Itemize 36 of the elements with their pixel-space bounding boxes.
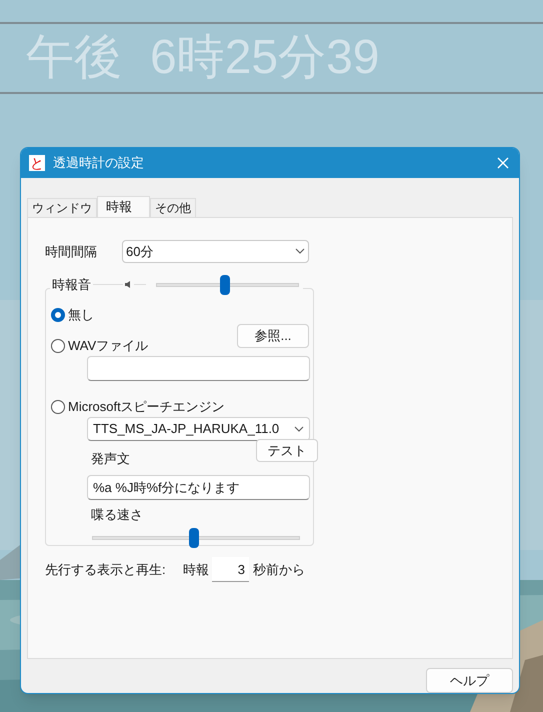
dropdown-value: TTS_MS_JA-JP_HARUKA_11.0 [93, 420, 280, 438]
speech-text-input[interactable]: %a %J時%f分になります [87, 474, 310, 500]
voice-dropdown[interactable]: TTS_MS_JA-JP_HARUKA_11.0 [87, 416, 310, 441]
seconds-input[interactable]: 3 [212, 556, 249, 582]
field-label: 発声文 [91, 450, 130, 468]
slider-thumb[interactable] [220, 274, 230, 295]
input-value: %a %J時%f分になります [93, 478, 240, 496]
group-label: 時報音 [51, 276, 92, 294]
tab[interactable]: ウィンドウ [27, 198, 97, 217]
speaker-icon [125, 281, 132, 288]
chevron-icon [295, 248, 305, 254]
field-label: 喋る速さ [91, 506, 144, 524]
app-icon: と [29, 155, 45, 171]
slider-thumb[interactable] [189, 528, 200, 548]
tab[interactable]: 時報 [97, 196, 150, 218]
window-title: 透過時計の設定 [53, 154, 145, 172]
field-label: 時報 [183, 560, 209, 578]
push-button[interactable]: 参照... [237, 324, 309, 348]
tab[interactable]: その他 [150, 198, 196, 217]
speed-slider[interactable] [92, 527, 300, 550]
radio-button[interactable] [51, 400, 65, 414]
option-label: WAVファイル [68, 337, 148, 355]
chevron-icon [294, 426, 304, 432]
interval-dropdown[interactable]: 60分 [122, 240, 309, 263]
push-button[interactable]: テスト [256, 438, 318, 462]
close-icon[interactable] [497, 157, 509, 169]
file-path-field[interactable] [87, 356, 310, 381]
option-label: Microsoftスピーチエンジン [68, 398, 225, 416]
field-label: 時間間隔 [45, 242, 97, 260]
volume-slider[interactable] [156, 274, 299, 296]
field-label: 秒前から [253, 560, 305, 578]
option-label: 無し [68, 306, 94, 324]
field-label: 先行する表示と再生: [45, 560, 167, 578]
radio-button[interactable] [51, 338, 65, 353]
radio-button[interactable] [51, 308, 65, 322]
help-button[interactable]: ヘルプ [426, 668, 513, 693]
